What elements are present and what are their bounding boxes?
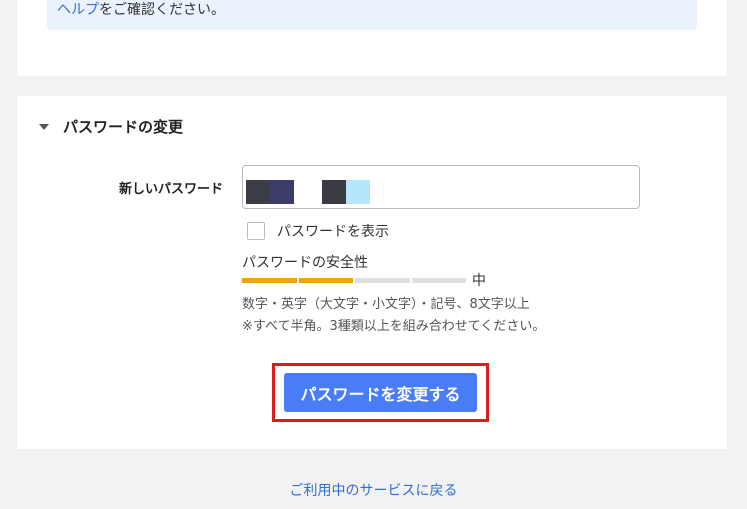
new-password-label: 新しいパスワード xyxy=(119,182,224,197)
section-toggle[interactable]: パスワードの変更 xyxy=(39,116,183,137)
help-link[interactable]: ヘルプ xyxy=(57,2,99,18)
new-password-input[interactable] xyxy=(242,165,640,209)
show-password-label: パスワードを表示 xyxy=(277,224,389,240)
help-notice: ヘルプをご確認ください。 xyxy=(47,0,697,30)
strength-label: パスワードの安全性 xyxy=(242,255,368,271)
show-password-toggle[interactable]: パスワードを表示 xyxy=(247,221,389,241)
back-link-row: ご利用中のサービスに戻る xyxy=(0,480,747,500)
strength-segment xyxy=(411,278,466,283)
help-notice-text: ヘルプをご確認ください。 xyxy=(57,0,225,21)
strength-segment xyxy=(355,278,410,283)
strength-segment xyxy=(298,278,353,283)
redacted-block xyxy=(246,180,270,204)
redacted-block xyxy=(322,180,346,204)
show-password-checkbox[interactable] xyxy=(247,222,265,240)
password-hint-rules: 数字・英字（大文字・小文字）・記号、8文字以上 xyxy=(242,297,530,312)
strength-meter xyxy=(242,278,466,283)
help-notice-suffix: をご確認ください。 xyxy=(99,2,225,18)
back-to-service-link[interactable]: ご利用中のサービスに戻る xyxy=(290,483,458,499)
change-password-button[interactable]: パスワードを変更する xyxy=(284,373,477,412)
redacted-block xyxy=(270,180,294,204)
strength-segment xyxy=(242,278,297,283)
redacted-block xyxy=(346,180,370,204)
strength-level: 中 xyxy=(472,273,486,289)
help-card: ヘルプをご確認ください。 xyxy=(17,0,727,76)
caret-down-icon xyxy=(39,123,49,130)
section-title: パスワードの変更 xyxy=(63,118,184,136)
password-change-card: パスワードの変更 新しいパスワード パスワードを表示 パスワードの安全性 中 数… xyxy=(17,96,727,449)
highlight-frame: パスワードを変更する xyxy=(272,363,489,422)
password-hint-note: ※すべて半角。3種類以上を組み合わせてください。 xyxy=(242,319,546,334)
